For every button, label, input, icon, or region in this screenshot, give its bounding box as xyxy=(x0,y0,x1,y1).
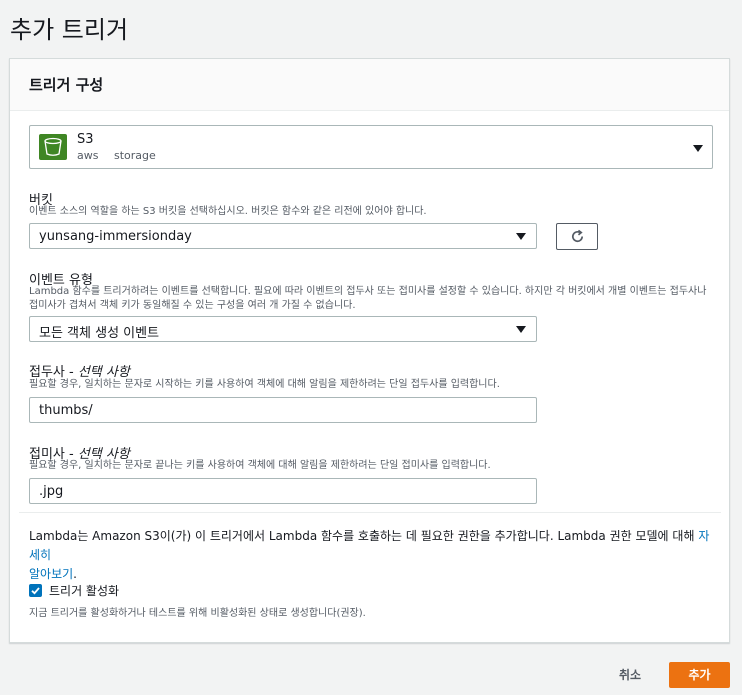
trigger-source-name: S3 xyxy=(77,132,94,147)
enable-trigger-checkbox[interactable] xyxy=(29,584,42,597)
panel-title: 트리거 구성 xyxy=(29,76,104,94)
permission-info: Lambda는 Amazon S3이(가) 이 트리거에서 Lambda 함수를… xyxy=(29,527,719,584)
trigger-source-select[interactable]: S3 aws storage xyxy=(29,125,713,169)
learn-more-link-part2: 알아보기 xyxy=(29,567,74,581)
prefix-input[interactable]: thumbs/ xyxy=(29,397,537,423)
prefix-description: 필요할 경우, 일치하는 문자로 시작하는 키를 사용하여 객체에 대해 알림을… xyxy=(29,379,500,390)
bucket-select[interactable]: yunsang-immersionday xyxy=(29,223,537,249)
enable-trigger-label[interactable]: 트리거 활성화 xyxy=(49,582,119,599)
refresh-button[interactable] xyxy=(556,223,598,250)
event-type-description-line1: Lambda 함수를 트리거하려는 이벤트를 선택합니다. 필요에 따라 이벤트… xyxy=(29,286,707,297)
chevron-down-icon xyxy=(516,233,526,240)
add-button[interactable]: 추가 xyxy=(669,662,730,688)
event-type-select[interactable]: 모든 객체 생성 이벤트 xyxy=(29,316,537,342)
prefix-value: thumbs/ xyxy=(39,403,93,418)
bucket-description: 이벤트 소스의 역할을 하는 S3 버킷을 선택하십시오. 버킷은 함수와 같은… xyxy=(29,206,427,217)
bucket-value: yunsang-immersionday xyxy=(39,229,192,244)
chevron-down-icon xyxy=(693,145,703,152)
permission-info-end: . xyxy=(73,567,77,581)
event-type-description-line2: 접미사가 겹쳐서 객체 키가 동일해질 수 있는 구성을 여러 개 가질 수 없… xyxy=(29,300,356,311)
trigger-source-tag-storage: storage xyxy=(114,149,156,162)
suffix-description: 필요할 경우, 일치하는 문자로 끝나는 키를 사용하여 객체에 대해 알림을 … xyxy=(29,460,491,471)
divider xyxy=(19,512,721,513)
event-type-value: 모든 객체 생성 이벤트 xyxy=(39,326,160,341)
suffix-value: .jpg xyxy=(39,484,64,499)
refresh-icon xyxy=(572,229,584,243)
bucket-icon xyxy=(44,137,62,156)
panel-header: 트리거 구성 xyxy=(10,59,729,111)
trigger-config-panel: 트리거 구성 S3 aws storage 버킷 이벤트 소스의 역할을 하는 … xyxy=(9,58,730,643)
enable-trigger-description: 지금 트리거를 활성화하거나 테스트를 위해 비활성화된 상태로 생성합니다(권… xyxy=(29,608,366,619)
trigger-source-tag-aws: aws xyxy=(77,149,99,162)
checkmark-icon xyxy=(31,587,40,595)
s3-logo xyxy=(39,134,67,160)
permission-info-text: Lambda는 Amazon S3이(가) 이 트리거에서 Lambda 함수를… xyxy=(29,529,699,543)
cancel-button[interactable]: 취소 xyxy=(610,662,650,688)
suffix-input[interactable]: .jpg xyxy=(29,478,537,504)
chevron-down-icon xyxy=(516,326,526,333)
page-title: 추가 트리거 xyxy=(10,16,129,44)
